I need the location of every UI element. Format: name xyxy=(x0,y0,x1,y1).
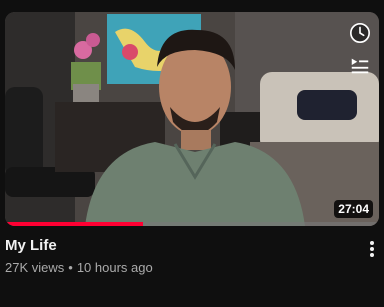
upload-age: 10 hours ago xyxy=(76,260,153,275)
watch-progress-fill xyxy=(5,222,144,226)
view-count: 27K views xyxy=(5,260,65,275)
video-meta: My Life 27K views • 10 hours ago xyxy=(5,236,345,277)
watch-later-button[interactable] xyxy=(347,20,373,46)
watch-progress-bar xyxy=(5,222,379,226)
thumbnail-image xyxy=(5,12,379,226)
meta-separator: • xyxy=(68,260,73,275)
video-title[interactable]: My Life xyxy=(5,236,345,256)
clock-icon xyxy=(350,23,370,43)
queue-icon xyxy=(351,58,369,74)
add-to-queue-button[interactable] xyxy=(347,52,373,78)
duration-badge: 27:04 xyxy=(334,200,373,218)
more-actions-button[interactable] xyxy=(362,237,382,261)
video-card[interactable]: 27:04 My Life 27K views • 10 hours ago xyxy=(0,0,384,307)
more-vert-icon xyxy=(370,241,374,257)
video-stats: 27K views • 10 hours ago xyxy=(5,259,345,277)
video-thumbnail[interactable]: 27:04 xyxy=(5,12,379,226)
